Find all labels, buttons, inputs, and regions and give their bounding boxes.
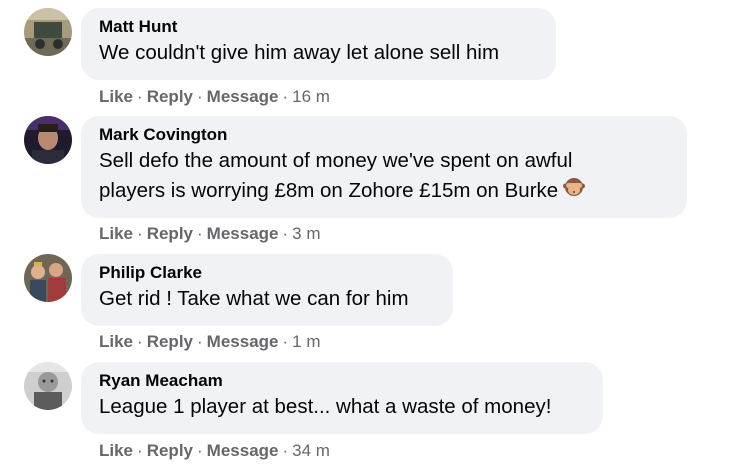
comment-actions: Like · Reply · Message · 1 m [99, 332, 321, 352]
separator: · [197, 441, 203, 460]
message-button[interactable]: Message [207, 332, 279, 351]
comment-text: Get rid ! Take what we can for him [99, 284, 435, 314]
separator: · [137, 87, 143, 106]
separator: · [282, 441, 289, 460]
like-button[interactable]: Like [99, 87, 133, 106]
separator: · [197, 332, 203, 351]
comment-text: We couldn't give him away let alone sell… [99, 38, 538, 68]
message-button[interactable]: Message [207, 87, 279, 106]
like-button[interactable]: Like [99, 332, 133, 351]
comment-actions: Like · Reply · Message · 3 m [99, 224, 321, 244]
reply-button[interactable]: Reply [147, 441, 193, 460]
comment-actions: Like · Reply · Message · 16 m [99, 87, 330, 107]
avatar[interactable] [24, 116, 72, 164]
comment-text-line: We couldn't give him away let alone sell… [99, 41, 500, 64]
like-button[interactable]: Like [99, 441, 133, 460]
avatar[interactable] [24, 8, 72, 56]
comment-author[interactable]: Matt Hunt [99, 17, 538, 37]
comment-text: Sell defo the amount of money we've spen… [99, 146, 669, 209]
comment-text-line: League 1 player at best... what a waste … [99, 395, 552, 418]
comment-author[interactable]: Philip Clarke [99, 263, 435, 283]
avatar[interactable] [24, 254, 72, 302]
separator: · [137, 441, 143, 460]
comment-text-line: Sell defo the amount of money we've spen… [99, 149, 573, 172]
comment-author[interactable]: Ryan Meacham [99, 371, 585, 391]
comment-text-line: Get rid ! Take what we can for him [99, 287, 409, 310]
comment-bubble: Philip Clarke Get rid ! Take what we can… [81, 254, 453, 326]
separator: · [197, 87, 203, 106]
reply-button[interactable]: Reply [147, 87, 193, 106]
comment-timestamp[interactable]: 1 m [292, 332, 320, 351]
comment-author[interactable]: Mark Covington [99, 125, 669, 145]
message-button[interactable]: Message [207, 441, 279, 460]
comment-timestamp[interactable]: 16 m [292, 87, 330, 106]
separator: · [197, 224, 203, 243]
separator: · [282, 224, 289, 243]
comment-bubble: Matt Hunt We couldn't give him away let … [81, 8, 556, 80]
like-button[interactable]: Like [99, 224, 133, 243]
comment-text-line: players is worrying £8m on Zohore £15m o… [99, 179, 559, 202]
message-button[interactable]: Message [207, 224, 279, 243]
separator: · [137, 224, 143, 243]
reply-button[interactable]: Reply [147, 224, 193, 243]
comment-bubble: Ryan Meacham League 1 player at best... … [81, 362, 603, 434]
reply-button[interactable]: Reply [147, 332, 193, 351]
see-no-evil-monkey-icon [562, 176, 586, 209]
comment-timestamp[interactable]: 3 m [292, 224, 320, 243]
comment-actions: Like · Reply · Message · 34 m [99, 441, 330, 461]
separator: · [282, 87, 289, 106]
comment-bubble: Mark Covington Sell defo the amount of m… [81, 116, 687, 218]
comment-text: League 1 player at best... what a waste … [99, 392, 585, 422]
separator: · [137, 332, 143, 351]
comment-timestamp[interactable]: 34 m [292, 441, 330, 460]
separator: · [282, 332, 289, 351]
avatar[interactable] [24, 362, 72, 410]
